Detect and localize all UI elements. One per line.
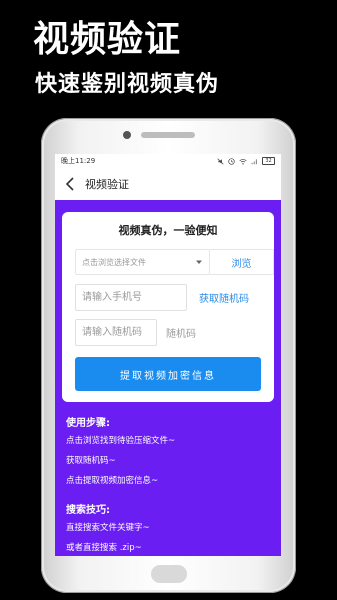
clock-icon <box>228 157 235 165</box>
file-select[interactable]: 点击浏览选择文件 <box>75 249 210 275</box>
phone-frame: 晚上11:29 32 视频验证 视频真伪，一验便知 点击浏览选择文件 浏览 请输… <box>41 118 296 593</box>
main-content: 视频真伪，一验便知 点击浏览选择文件 浏览 获取随机码 随机码 提取视频加密信息… <box>55 200 281 556</box>
status-icons: 32 <box>217 157 275 165</box>
tip-item: 直接搜索文件关键字~ <box>66 523 150 533</box>
battery-icon: 32 <box>262 157 275 165</box>
nav-bar: 视频验证 <box>55 168 281 200</box>
front-camera <box>123 131 131 139</box>
steps-title: 使用步骤: <box>66 418 110 429</box>
earpiece <box>141 132 195 138</box>
phone-screen: 晚上11:29 32 视频验证 视频真伪，一验便知 点击浏览选择文件 浏览 请输… <box>55 154 281 556</box>
promo-title: 视频验证 <box>33 19 182 60</box>
status-bar: 晚上11:29 32 <box>55 154 281 168</box>
code-display: 随机码 <box>166 329 196 340</box>
mute-icon <box>217 157 224 165</box>
step-item: 点击浏览找到待验压缩文件~ <box>66 436 176 446</box>
get-code-button[interactable]: 获取随机码 <box>199 284 249 311</box>
verify-card: 视频真伪，一验便知 点击浏览选择文件 浏览 获取随机码 随机码 提取视频加密信息 <box>62 212 274 402</box>
step-item: 获取随机码~ <box>66 456 116 466</box>
card-title: 视频真伪，一验便知 <box>118 224 218 237</box>
browse-button[interactable]: 浏览 <box>210 249 274 275</box>
status-time: 晚上11:29 <box>61 157 96 165</box>
signal-icon <box>251 158 257 164</box>
phone-input[interactable] <box>75 284 187 311</box>
code-input[interactable] <box>75 319 157 346</box>
wifi-icon <box>239 158 247 164</box>
page-title: 视频验证 <box>85 178 129 191</box>
home-button[interactable] <box>151 565 187 583</box>
tip-item: 或者直接搜索 .zip~ <box>66 543 142 553</box>
file-select-placeholder: 点击浏览选择文件 <box>82 257 146 267</box>
tips-title: 搜索技巧: <box>66 505 110 516</box>
back-arrow-icon[interactable] <box>63 177 77 191</box>
dropdown-arrow-icon <box>196 260 202 264</box>
step-item: 点击提取视频加密信息~ <box>66 476 159 486</box>
promo-subtitle: 快速鉴别视频真伪 <box>35 72 220 97</box>
extract-info-button[interactable]: 提取视频加密信息 <box>75 357 261 391</box>
